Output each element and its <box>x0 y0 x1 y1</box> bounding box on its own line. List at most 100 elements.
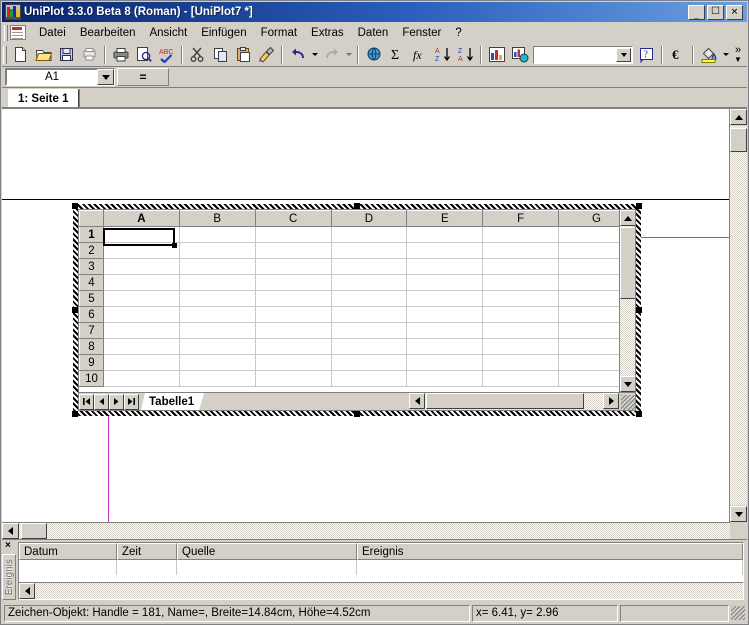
cell-A3[interactable] <box>104 259 180 275</box>
redo-arrow-icon[interactable] <box>320 44 343 66</box>
next-sheet-icon[interactable] <box>109 394 124 410</box>
column-header-d[interactable]: D <box>331 211 407 227</box>
cell-B3[interactable] <box>179 259 255 275</box>
print-setup-icon[interactable] <box>78 44 101 66</box>
cell-B5[interactable] <box>179 291 255 307</box>
chart-wizard-icon[interactable] <box>508 44 531 66</box>
row-header-6[interactable]: 6 <box>80 307 104 323</box>
cell-E9[interactable] <box>407 355 483 371</box>
fill-color-dropdown-arrow-icon[interactable] <box>720 44 731 66</box>
cell-D4[interactable] <box>331 275 407 291</box>
cell-D3[interactable] <box>331 259 407 275</box>
cell-D1[interactable] <box>331 227 407 243</box>
cell-C6[interactable] <box>255 307 331 323</box>
menu-item-daten[interactable]: Daten <box>351 25 396 41</box>
cell-C2[interactable] <box>255 243 331 259</box>
menu-item-fenster[interactable]: Fenster <box>395 25 448 41</box>
row-header-4[interactable]: 4 <box>80 275 104 291</box>
cell-B1[interactable] <box>179 227 255 243</box>
cell-D5[interactable] <box>331 291 407 307</box>
sheet-scroll-left-button[interactable] <box>409 393 425 409</box>
spellcheck-icon[interactable]: ABC <box>155 44 178 66</box>
document-vscroll-track[interactable] <box>730 126 747 505</box>
cell-D6[interactable] <box>331 307 407 323</box>
event-hscroll-track[interactable] <box>35 583 743 599</box>
sheet-scroll-right-button[interactable] <box>603 393 619 409</box>
cell-C8[interactable] <box>255 339 331 355</box>
document-scroll-up-button[interactable] <box>730 109 747 125</box>
close-button[interactable]: ✕ <box>726 5 743 20</box>
cell-B9[interactable] <box>179 355 255 371</box>
toolbar-drag-grip[interactable] <box>3 46 7 64</box>
undo-arrow-icon[interactable] <box>286 44 309 66</box>
cell-F5[interactable] <box>483 291 559 307</box>
document-vscroll-thumb[interactable] <box>730 128 747 152</box>
column-header-c[interactable]: C <box>255 211 331 227</box>
cell-F7[interactable] <box>483 323 559 339</box>
row-header-3[interactable]: 3 <box>80 259 104 275</box>
sheet-hscroll-thumb[interactable] <box>426 393 584 409</box>
cell-B8[interactable] <box>179 339 255 355</box>
cell-A6[interactable] <box>104 307 180 323</box>
name-box-dropdown-icon[interactable] <box>97 69 114 85</box>
column-header-e[interactable]: E <box>407 211 483 227</box>
name-box[interactable]: A1 <box>5 68 115 86</box>
document-horizontal-scrollbar[interactable] <box>2 522 730 539</box>
event-panel-close-icon[interactable]: × <box>5 541 11 551</box>
sheet-horizontal-scrollbar[interactable] <box>409 393 619 410</box>
column-header-b[interactable]: B <box>179 211 255 227</box>
row-header-9[interactable]: 9 <box>80 355 104 371</box>
resize-handle-top-center[interactable] <box>354 203 360 209</box>
document-scroll-down-button[interactable] <box>730 506 747 522</box>
cell-C4[interactable] <box>255 275 331 291</box>
document-hscroll-track[interactable] <box>19 523 730 539</box>
cell-A1[interactable] <box>104 227 180 243</box>
resize-handle-bottom-center[interactable] <box>354 411 360 417</box>
resize-handle-middle-right[interactable] <box>636 307 642 313</box>
page-tab-seite-1[interactable]: 1: Seite 1 <box>8 89 79 107</box>
event-list[interactable]: Datum Zeit Quelle Ereignis <box>18 542 744 600</box>
cell-E6[interactable] <box>407 307 483 323</box>
column-header-a[interactable]: A <box>104 211 180 227</box>
cut-scissors-icon[interactable] <box>186 44 209 66</box>
euro-currency-icon[interactable]: € <box>666 44 689 66</box>
save-disk-icon[interactable] <box>55 44 78 66</box>
style-combo-dropdown-icon[interactable] <box>616 48 631 62</box>
cell-C5[interactable] <box>255 291 331 307</box>
cell-F6[interactable] <box>483 307 559 323</box>
cell-C7[interactable] <box>255 323 331 339</box>
cell-F3[interactable] <box>483 259 559 275</box>
cell-B2[interactable] <box>179 243 255 259</box>
page-canvas[interactable]: A B C D E F G 12345678910 <box>2 109 730 522</box>
cell-E3[interactable] <box>407 259 483 275</box>
menu-item-format[interactable]: Format <box>254 25 304 41</box>
cell-A10[interactable] <box>104 371 180 387</box>
menu-drag-grip[interactable] <box>4 25 8 41</box>
menu-item-ansicht[interactable]: Ansicht <box>142 25 194 41</box>
row-header-7[interactable]: 7 <box>80 323 104 339</box>
minimize-button[interactable]: _ <box>688 5 705 20</box>
resize-handle-top-left[interactable] <box>72 203 78 209</box>
document-vertical-scrollbar[interactable] <box>730 109 747 522</box>
row-header-1[interactable]: 1 <box>80 227 104 243</box>
resize-handle-bottom-left[interactable] <box>72 411 78 417</box>
menu-item-einfuegen[interactable]: Einfügen <box>194 25 253 41</box>
cell-A9[interactable] <box>104 355 180 371</box>
new-file-icon[interactable] <box>9 44 32 66</box>
event-column-datum[interactable]: Datum <box>19 543 117 560</box>
menu-item-help[interactable]: ? <box>448 25 468 41</box>
event-column-zeit[interactable]: Zeit <box>117 543 177 560</box>
chart-icon[interactable] <box>485 44 508 66</box>
row-header-8[interactable]: 8 <box>80 339 104 355</box>
toolbar-overflow-button[interactable]: » ▼ <box>731 46 745 64</box>
format-painter-icon[interactable] <box>255 44 278 66</box>
embedded-spreadsheet-object[interactable]: A B C D E F G 12345678910 <box>73 204 641 416</box>
cell-B4[interactable] <box>179 275 255 291</box>
cell-A7[interactable] <box>104 323 180 339</box>
event-column-ereignis[interactable]: Ereignis <box>357 543 743 560</box>
fill-color-icon[interactable] <box>697 44 720 66</box>
sheet-resize-grip[interactable] <box>619 393 635 410</box>
cell-D9[interactable] <box>331 355 407 371</box>
document-hscroll-thumb[interactable] <box>21 523 47 539</box>
event-panel-vertical-tab[interactable]: Ereignis <box>2 554 16 600</box>
